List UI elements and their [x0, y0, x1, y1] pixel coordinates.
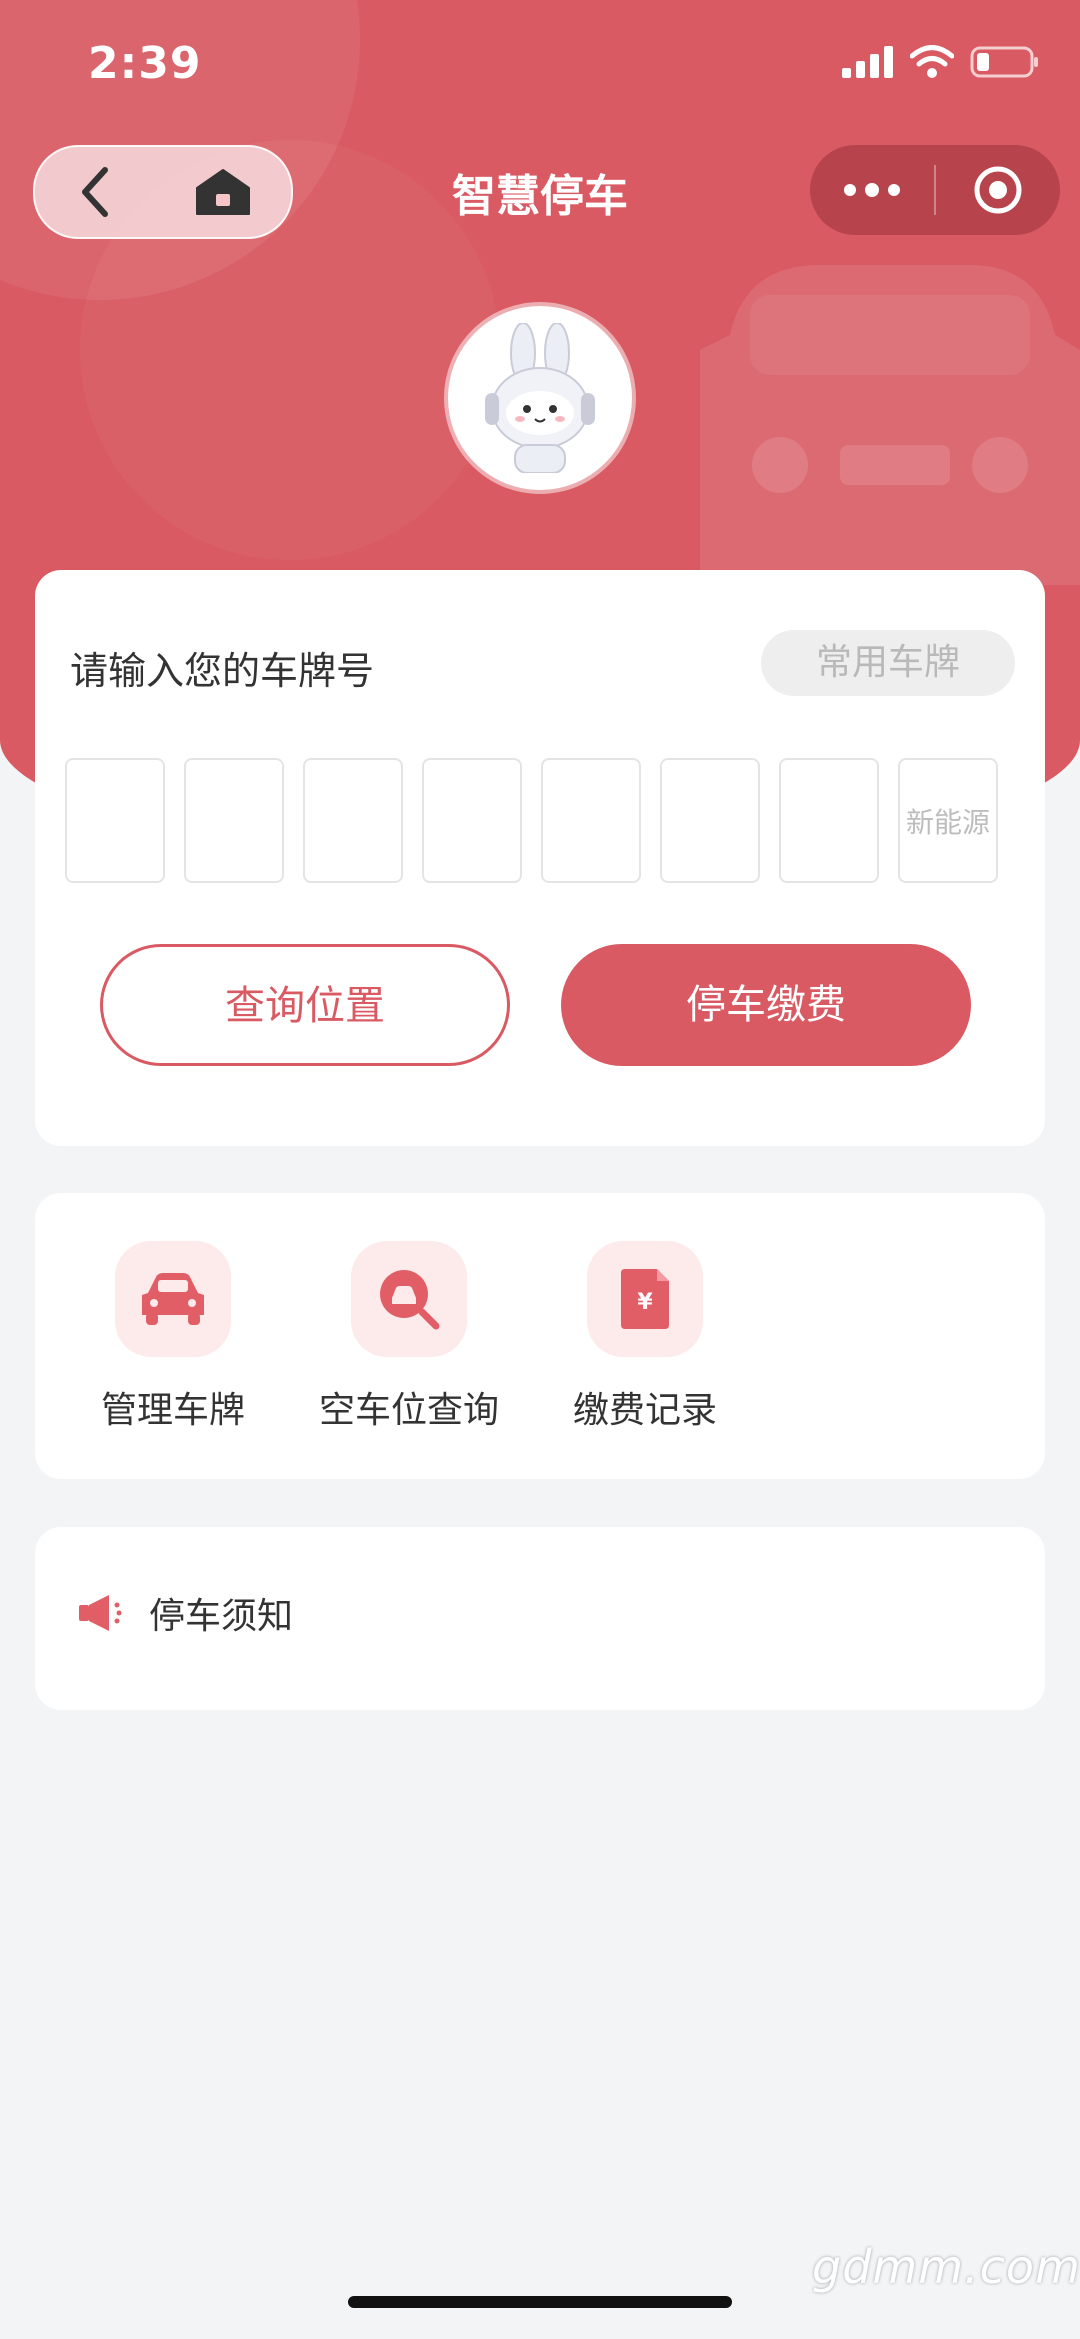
plate-slots: 新能源 — [65, 758, 998, 883]
payment-records-item[interactable]: ¥ 缴费记录 — [527, 1241, 763, 1433]
plate-char-slot[interactable] — [779, 758, 879, 883]
common-plates-button[interactable]: 常用车牌 — [761, 630, 1015, 696]
plate-char-slot[interactable] — [422, 758, 522, 883]
car-icon — [115, 1241, 231, 1357]
new-energy-slot[interactable]: 新能源 — [898, 758, 998, 883]
search-car-icon — [351, 1241, 467, 1357]
wifi-icon — [910, 45, 954, 78]
close-miniprogram-button[interactable] — [936, 164, 1060, 216]
battery-icon — [970, 46, 1038, 78]
target-icon — [974, 166, 1022, 214]
nav-capsule-right — [810, 145, 1060, 235]
plate-input-card: 请输入您的车牌号 常用车牌 新能源 查询位置 停车缴费 — [35, 570, 1045, 1146]
plate-char-slot[interactable] — [184, 758, 284, 883]
avatar — [448, 306, 632, 490]
quick-actions-card: 管理车牌 空车位查询 ¥ 缴费记录 — [35, 1193, 1045, 1479]
parking-notice-card[interactable]: 停车须知 — [35, 1527, 1045, 1710]
quick-action-label: 缴费记录 — [572, 1390, 717, 1431]
signal-icon — [842, 46, 893, 78]
vacant-spot-query-item[interactable]: 空车位查询 — [291, 1241, 527, 1433]
robot-bunny-icon — [485, 323, 595, 473]
status-bar: 2:39 — [0, 0, 1080, 130]
quick-action-label: 空车位查询 — [318, 1390, 499, 1431]
status-time: 2:39 — [88, 38, 202, 89]
more-icon — [844, 183, 900, 197]
plate-char-slot[interactable] — [541, 758, 641, 883]
new-energy-label: 新能源 — [905, 805, 990, 839]
home-indicator[interactable] — [348, 2296, 732, 2308]
receipt-yen-icon: ¥ — [587, 1241, 703, 1357]
plate-char-slot[interactable] — [660, 758, 760, 883]
watermark: gdmm.com — [812, 2240, 1080, 2294]
plate-char-slot[interactable] — [303, 758, 403, 883]
plate-char-slot[interactable] — [65, 758, 165, 883]
plate-prompt: 请输入您的车牌号 — [70, 649, 375, 693]
quick-action-label: 管理车牌 — [100, 1390, 245, 1431]
notice-label: 停车须知 — [149, 1596, 294, 1637]
query-location-button[interactable]: 查询位置 — [100, 944, 510, 1066]
manage-plates-item[interactable]: 管理车牌 — [55, 1241, 291, 1433]
megaphone-icon — [79, 1595, 122, 1631]
background-car-icon — [700, 265, 1080, 585]
more-button[interactable] — [810, 182, 934, 198]
parking-pay-button[interactable]: 停车缴费 — [561, 944, 971, 1066]
svg-text:¥: ¥ — [637, 1290, 653, 1315]
